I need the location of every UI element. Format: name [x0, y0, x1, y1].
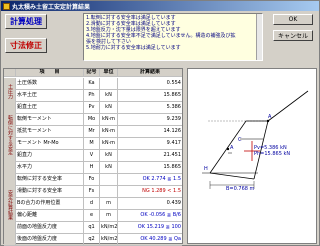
- table-row: 土圧係数 Ka 0.554: [4, 78, 182, 90]
- app-icon: [3, 2, 10, 10]
- cancel-button[interactable]: キャンセル: [273, 30, 313, 41]
- row-symbol: e: [84, 210, 100, 221]
- row-name: 転倒に対する安全率: [16, 174, 84, 185]
- row-unit: kN: [100, 150, 118, 161]
- row-value: 14.126: [163, 128, 182, 134]
- row-unit: kN/m2: [100, 222, 118, 233]
- row-name: 後面の地盤反力度: [16, 234, 84, 245]
- row-symbol: Ph: [84, 90, 100, 101]
- group-label-earth-pressure: 土圧力: [4, 78, 16, 104]
- table-row: 滑動に対する安全率 Fs NG 1.289 < 1.5: [4, 186, 182, 198]
- wall-diagram-svg: [202, 90, 309, 189]
- row-unit: kN: [100, 102, 118, 113]
- row-value: OK 40.289 ≦ Qa: [140, 236, 181, 242]
- row-symbol: q2: [84, 234, 100, 245]
- row-symbol: H: [84, 162, 100, 173]
- group-label-overturning: 転倒に対する安定: [4, 105, 16, 165]
- table-row: 前面の地盤反力度 q1 kN/m2 OK 15.219 ≦ 100: [4, 222, 182, 234]
- ph-label: Ph=15.865 kN: [254, 151, 291, 157]
- row-symbol: Mr: [84, 126, 100, 137]
- row-value: OK 15.219 ≦ 100: [137, 224, 181, 230]
- header-unit: 単位: [100, 69, 118, 76]
- table-row: 後面の地盤反力度 q2 kN/m2 OK 40.289 ≦ Qa: [4, 234, 182, 246]
- point-a2-label: A: [268, 114, 272, 120]
- window-title: 丸太積み土留工安定計算結果: [12, 3, 91, 11]
- row-name: 滑動に対する安全率: [16, 186, 84, 197]
- row-symbol: d: [84, 198, 100, 209]
- row-unit: kN/m2: [100, 234, 118, 245]
- message-scrollbar[interactable]: [256, 14, 262, 60]
- row-value: 9.239: [166, 116, 181, 122]
- table-row: 抵抗モーメント Mr kN·m 14.126: [4, 126, 182, 138]
- row-symbol: Fs: [84, 186, 100, 197]
- row-name: 鉛直力: [16, 150, 84, 161]
- row-unit: kN·m: [100, 138, 118, 149]
- row-unit: [100, 186, 118, 197]
- table-row: 水平土圧 Ph kN 15.865: [4, 90, 182, 102]
- row-name: モーメント Mr-Mo: [16, 138, 84, 149]
- header-value: 計算結果: [118, 69, 182, 76]
- row-value: OK 2.774 ≧ 1.5: [142, 176, 181, 182]
- base-width-label: B=0.768 m: [226, 186, 255, 192]
- row-value: 9.417: [166, 140, 181, 146]
- row-value: 5.386: [166, 104, 181, 110]
- row-value: OK -0.056 ≦ B/6: [140, 212, 181, 218]
- header-group: [4, 69, 16, 76]
- main-window: 丸太積み土留工安定計算結果 計算処理 寸法修正 1.転倒に対する安全率は満足して…: [0, 0, 320, 246]
- row-name: 鉛直土圧: [16, 102, 84, 113]
- row-name: 水平土圧: [16, 90, 84, 101]
- row-name: 前面の地盤反力度: [16, 222, 84, 233]
- row-symbol: Mo: [84, 114, 100, 125]
- group-label-stability: 安定計算結果: [4, 166, 16, 244]
- table-row: 転倒モーメント Mo kN·m 9.239: [4, 114, 182, 126]
- header-symbol: 記号: [84, 69, 100, 76]
- table-row: Bの合力の作用位置 d m 0.439: [4, 198, 182, 210]
- table-row: 転倒に対する安全率 Fo OK 2.774 ≧ 1.5: [4, 174, 182, 186]
- row-symbol: M: [84, 138, 100, 149]
- row-value: NG 1.289 < 1.5: [142, 188, 181, 194]
- row-symbol: Fo: [84, 174, 100, 185]
- row-name: 土圧係数: [16, 78, 84, 89]
- row-value: 15.865: [163, 92, 182, 98]
- title-bar: 丸太積み土留工安定計算結果: [1, 1, 319, 11]
- row-value: 15.865: [163, 164, 182, 170]
- table-row: 鉛直土圧 Pv kN 5.386: [4, 102, 182, 114]
- row-name: 偏心距離: [16, 210, 84, 221]
- row-name: Bの合力の作用位置: [16, 198, 84, 209]
- results-table: 項 目 記号 単位 計算結果 土圧係数 Ka 0.554 水平土圧 Ph kN 15.865…: [3, 68, 183, 246]
- table-row: 鉛直力 VkN 21.451: [4, 150, 182, 162]
- table-header-row: 項 目 記号 単位 計算結果: [4, 69, 182, 77]
- result-message-box[interactable]: 1.転倒に対する安全率は満足しています 2.滑動に対する安全率は満足しています …: [83, 13, 263, 61]
- header-name: 項 目: [16, 69, 84, 76]
- point-a-label: A: [230, 145, 234, 151]
- point-h-label: H: [204, 166, 208, 172]
- row-unit: kN·m: [100, 126, 118, 137]
- table-row: モーメント Mr-Mo MkN·m 9.417: [4, 138, 182, 150]
- modify-dimensions-button[interactable]: 寸法修正: [5, 38, 47, 53]
- row-unit: kN: [100, 90, 118, 101]
- row-value: 21.451: [163, 152, 182, 158]
- message-line: 5.地耐力に対する安全率は満足しています: [86, 45, 181, 51]
- point-c-label: C: [238, 137, 242, 143]
- row-name: 転倒モーメント: [16, 114, 84, 125]
- table-row: 水平力 HkN 15.865: [4, 162, 182, 174]
- row-value: 0.439: [166, 200, 181, 206]
- row-unit: [100, 78, 118, 89]
- row-name: 水平力: [16, 162, 84, 173]
- row-name: 抵抗モーメント: [16, 126, 84, 137]
- row-symbol: Ka: [84, 78, 100, 89]
- row-unit: [100, 174, 118, 185]
- wall-diagram: Pv=5.386 kN Ph=15.865 kN B=0.768 m A A C…: [187, 68, 317, 244]
- ok-button[interactable]: OK: [273, 14, 313, 25]
- row-unit: kN·m: [100, 114, 118, 125]
- row-unit: kN: [100, 162, 118, 173]
- table-row: 偏心距離 e m OK -0.056 ≦ B/6: [4, 210, 182, 222]
- row-symbol: V: [84, 150, 100, 161]
- row-unit: m: [100, 198, 118, 209]
- row-symbol: Pv: [84, 102, 100, 113]
- calculate-button[interactable]: 計算処理: [5, 14, 47, 29]
- row-unit: m: [100, 210, 118, 221]
- row-value: 0.554: [166, 80, 181, 86]
- row-symbol: q1: [84, 222, 100, 233]
